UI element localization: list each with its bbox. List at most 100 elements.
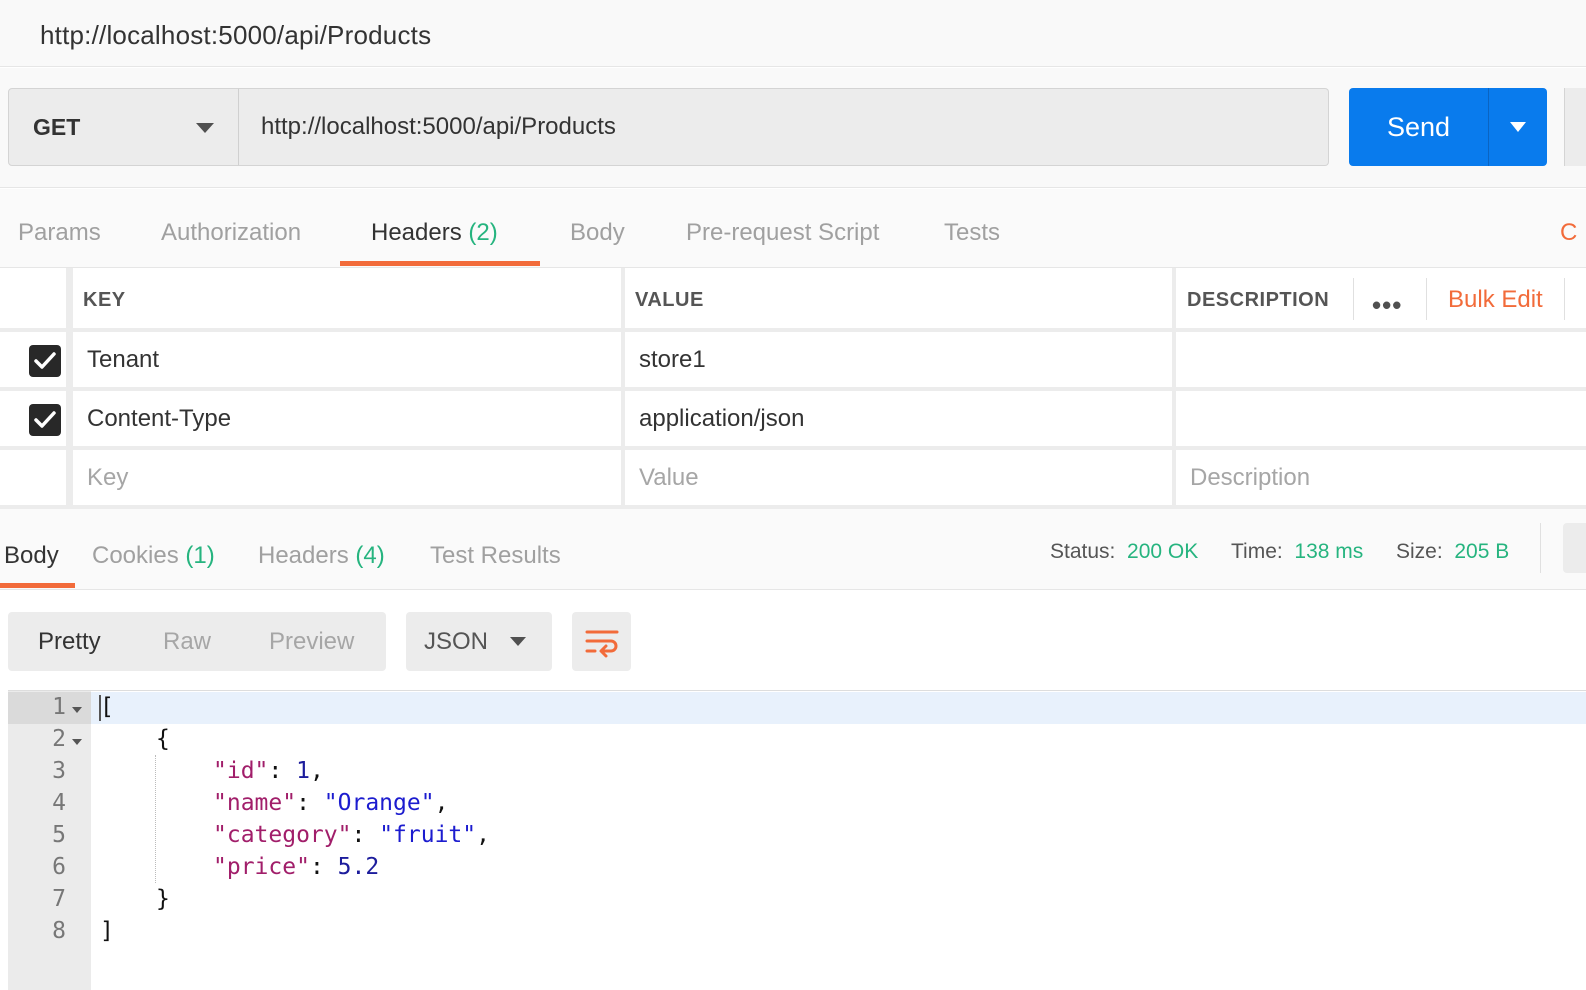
response-tab-body[interactable]: Body <box>4 542 59 570</box>
header-value-cell: VALUE <box>625 268 1172 328</box>
tab-label: Headers <box>258 542 349 569</box>
chevron-down-icon <box>1510 122 1526 132</box>
key-placeholder: Key <box>87 464 129 491</box>
response-status: Status: 200 OK <box>1050 540 1198 564</box>
column-header-description: DESCRIPTION <box>1187 289 1330 311</box>
description-field[interactable] <box>1176 332 1586 387</box>
save-button-edge[interactable] <box>1564 88 1586 166</box>
response-tab-cookies[interactable]: Cookies (1) <box>92 542 215 570</box>
header-key: Tenant <box>87 346 160 373</box>
send-button[interactable]: Send <box>1349 88 1488 166</box>
line-number: 1 <box>52 694 66 720</box>
value-field[interactable]: store1 <box>625 332 1172 387</box>
tab-label: Cookies <box>92 542 179 569</box>
fold-toggle-icon[interactable] <box>72 739 82 745</box>
active-line-highlight <box>91 692 1586 724</box>
send-label: Send <box>1386 112 1451 142</box>
response-tab-headers[interactable]: Headers (4) <box>258 542 385 570</box>
tab-body[interactable]: Body <box>570 219 625 247</box>
view-raw[interactable]: Raw <box>163 628 211 656</box>
value-field[interactable]: application/json <box>625 391 1172 446</box>
header-enabled-checkbox[interactable] <box>29 345 61 377</box>
tab-label: Test Results <box>430 542 561 569</box>
json-key: "category" <box>213 822 352 848</box>
json-comma: , <box>309 758 324 784</box>
response-body-editor[interactable]: 1 2 3 4 5 6 7 8 [ { "id": 1, "name": "Or… <box>8 690 1586 990</box>
code-line: "price": 5.2 <box>213 854 380 880</box>
header-value: application/json <box>639 405 805 432</box>
request-tab-title[interactable]: http://localhost:5000/api/Products <box>40 20 431 51</box>
row-check-cell <box>0 391 66 446</box>
format-select[interactable]: JSON <box>406 612 552 671</box>
save-response-button-edge[interactable] <box>1563 523 1586 573</box>
active-tab-indicator <box>340 261 540 266</box>
request-tabs: Params Authorization Headers (2) Body Pr… <box>0 189 1586 268</box>
divider <box>1353 278 1354 320</box>
code-line: "name": "Orange", <box>213 790 449 816</box>
new-value-input[interactable]: Value <box>625 450 1172 505</box>
tab-label: Params <box>18 219 101 246</box>
tab-tests[interactable]: Tests <box>944 219 1000 247</box>
tab-label: Authorization <box>161 219 302 246</box>
wrap-lines-button[interactable] <box>572 612 631 671</box>
active-tab-indicator <box>0 583 75 588</box>
tab-label: Tests <box>944 219 1001 246</box>
tab-params[interactable]: Params <box>18 219 101 247</box>
code-line: "id": 1, <box>213 758 324 784</box>
code-line: "category": "fruit", <box>213 822 490 848</box>
key-field[interactable]: Content-Type <box>73 391 621 446</box>
tab-authorization[interactable]: Authorization <box>161 219 301 247</box>
url-value: http://localhost:5000/api/Products <box>261 113 616 140</box>
cut-off-link[interactable]: C <box>1560 219 1577 247</box>
line-number: 5 <box>52 822 66 848</box>
header-enabled-checkbox[interactable] <box>29 404 61 436</box>
code-line: { <box>156 726 170 752</box>
tab-label: Pre-request Script <box>686 219 880 246</box>
column-header-key: KEY <box>83 289 126 311</box>
header-check-cell <box>0 268 66 328</box>
line-number: 6 <box>52 854 66 880</box>
bulk-edit-link[interactable]: Bulk Edit <box>1448 286 1543 314</box>
fold-toggle-icon[interactable] <box>72 707 82 713</box>
json-value: "fruit" <box>379 822 477 848</box>
time-value: 138 ms <box>1294 540 1364 563</box>
key-field[interactable]: Tenant <box>73 332 621 387</box>
column-header-value: VALUE <box>635 289 704 311</box>
header-value: store1 <box>639 346 706 373</box>
status-label: Status: <box>1050 540 1116 563</box>
line-number: 3 <box>52 758 66 784</box>
divider <box>1564 278 1565 320</box>
tab-headers[interactable]: Headers (2) <box>371 219 498 247</box>
view-pretty[interactable]: Pretty <box>38 628 101 656</box>
json-value: 1 <box>296 758 310 784</box>
json-comma: , <box>476 822 490 848</box>
method-select[interactable]: GET <box>8 88 239 166</box>
url-input[interactable]: http://localhost:5000/api/Products <box>238 88 1329 166</box>
response-tab-test-results[interactable]: Test Results <box>430 542 561 570</box>
title-bar: http://localhost:5000/api/Products <box>0 0 1586 67</box>
new-key-input[interactable]: Key <box>73 450 621 505</box>
header-key: Content-Type <box>87 405 232 432</box>
response-size: Size: 205 B <box>1396 540 1509 564</box>
method-label: GET <box>33 114 81 140</box>
header-key-cell: KEY <box>73 268 621 328</box>
response-time: Time: 138 ms <box>1231 540 1363 564</box>
chevron-down-icon <box>510 637 526 646</box>
tab-label: Body <box>570 219 625 246</box>
new-description-input[interactable]: Description <box>1176 450 1586 505</box>
description-placeholder: Description <box>1190 464 1311 491</box>
view-preview[interactable]: Preview <box>269 628 354 656</box>
send-options-button[interactable] <box>1488 88 1547 166</box>
more-options-icon[interactable]: ••• <box>1372 290 1402 321</box>
tab-count-badge: (1) <box>185 542 215 569</box>
indent-guide <box>155 755 156 883</box>
response-tabs: Body Cookies (1) Headers (4) Test Result… <box>0 509 1586 590</box>
description-field[interactable] <box>1176 391 1586 446</box>
view-mode-group: Pretty Raw Preview <box>8 612 386 671</box>
tab-count-badge: (2) <box>468 219 498 246</box>
code-line: ] <box>100 918 114 944</box>
line-number: 7 <box>52 886 66 912</box>
tab-pre-request-script[interactable]: Pre-request Script <box>686 219 879 247</box>
code-line: } <box>156 886 170 912</box>
json-comma: , <box>434 790 449 816</box>
